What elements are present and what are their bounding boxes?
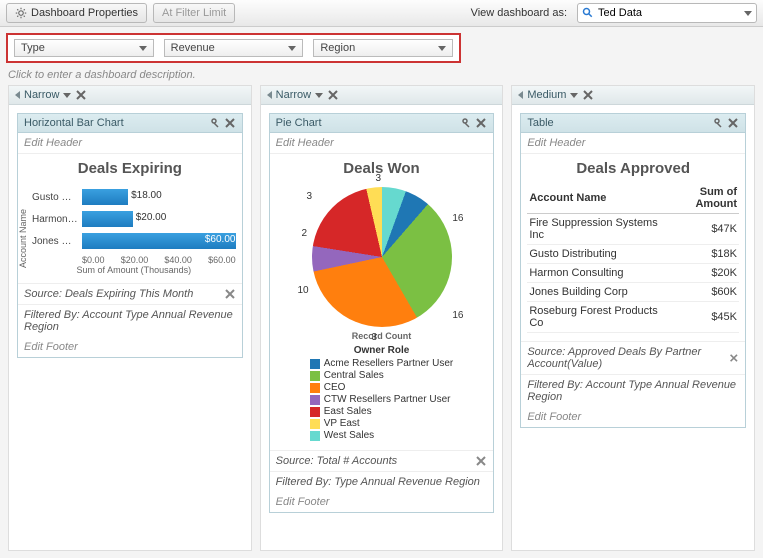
top-toolbar: Dashboard Properties At Filter Limit Vie… xyxy=(0,0,763,27)
x-axis-label: Sum of Amount (Thousands) xyxy=(32,265,236,275)
filter-revenue[interactable]: Revenue xyxy=(164,39,304,57)
pie-chart: 3 16 16 3 10 2 3 Record Count Owner Role… xyxy=(270,179,494,450)
bar-chart: Account Name Gusto Di...$18.00 Harmon C.… xyxy=(18,179,242,283)
close-icon[interactable] xyxy=(729,352,739,364)
close-icon[interactable] xyxy=(327,89,339,101)
column-width-label: Narrow xyxy=(276,89,311,101)
filter-limit-button[interactable]: At Filter Limit xyxy=(153,3,235,23)
column-2-header: Narrow xyxy=(261,86,503,105)
table-row: Jones Building Corp$60K xyxy=(527,283,739,302)
column-width-label: Narrow xyxy=(24,89,59,101)
filter-row-highlight: Type Revenue Region xyxy=(6,33,461,63)
widget-deals-approved: Table Edit Header Deals Approved Account… xyxy=(520,113,746,428)
column-1-header: Narrow xyxy=(9,86,251,105)
widget-title: Deals Expiring xyxy=(18,154,242,179)
chevron-down-icon xyxy=(288,46,296,51)
filtered-by-label: Filtered By: Account Type Annual Revenue… xyxy=(24,309,236,333)
source-label: Source: Total # Accounts xyxy=(276,455,397,467)
filtered-by-label: Filtered By: Type Annual Revenue Region xyxy=(276,476,480,488)
column-width-label: Medium xyxy=(527,89,566,101)
gear-icon xyxy=(15,7,27,19)
filter-limit-label: At Filter Limit xyxy=(162,7,226,19)
search-icon xyxy=(582,6,594,20)
column-2: Narrow Pie Chart Edit Header Deals Won xyxy=(260,85,504,551)
dashboard-properties-button[interactable]: Dashboard Properties xyxy=(6,3,147,23)
widget-type-label: Pie Chart xyxy=(276,117,322,129)
close-icon[interactable] xyxy=(727,117,739,129)
source-label: Source: Approved Deals By Partner Accoun… xyxy=(527,346,729,370)
source-label: Source: Deals Expiring This Month xyxy=(24,288,193,300)
column-1: Narrow Horizontal Bar Chart Edit Header … xyxy=(8,85,252,551)
chevron-down-icon xyxy=(744,11,752,16)
edit-header-placeholder[interactable]: Edit Header xyxy=(521,133,745,154)
table-row: Harmon Consulting$20K xyxy=(527,264,739,283)
edit-footer-placeholder[interactable]: Edit Footer xyxy=(270,492,494,512)
view-as-label: View dashboard as: xyxy=(471,7,567,19)
y-axis-label: Account Name xyxy=(18,209,28,268)
chevron-down-icon xyxy=(139,46,147,51)
chevron-down-icon[interactable] xyxy=(570,93,578,98)
chevron-down-icon[interactable] xyxy=(315,93,323,98)
data-table: Account NameSum of Amount Fire Suppressi… xyxy=(521,179,745,341)
pie-legend: Owner Role Acme Resellers Partner User C… xyxy=(310,345,453,442)
view-as-user-select[interactable] xyxy=(577,3,757,23)
close-icon[interactable] xyxy=(75,89,87,101)
dashboard-description-placeholder[interactable]: Click to enter a dashboard description. xyxy=(0,65,763,85)
wrench-icon[interactable] xyxy=(208,117,220,129)
dashboard-properties-label: Dashboard Properties xyxy=(31,7,138,19)
table-row: Fire Suppression Systems Inc$47K xyxy=(527,214,739,245)
widget-type-label: Horizontal Bar Chart xyxy=(24,117,124,129)
column-3-header: Medium xyxy=(512,86,754,105)
filter-type[interactable]: Type xyxy=(14,39,154,57)
widget-title: Deals Won xyxy=(270,154,494,179)
table-row: Gusto Distributing$18K xyxy=(527,245,739,264)
chevron-down-icon[interactable] xyxy=(63,93,71,98)
wrench-icon[interactable] xyxy=(459,117,471,129)
edit-header-placeholder[interactable]: Edit Header xyxy=(270,133,494,154)
x-axis-ticks: $0.00$20.00$40.00$60.00 xyxy=(32,255,236,265)
pie-axis-label: Record Count xyxy=(352,331,412,341)
dashboard-columns: Narrow Horizontal Bar Chart Edit Header … xyxy=(0,85,763,551)
close-icon[interactable] xyxy=(475,117,487,129)
widget-type-label: Table xyxy=(527,117,553,129)
collapse-icon[interactable] xyxy=(15,91,20,99)
edit-footer-placeholder[interactable]: Edit Footer xyxy=(521,407,745,427)
widget-title: Deals Approved xyxy=(521,154,745,179)
table-row: Roseburg Forest Products Co$45K xyxy=(527,302,739,333)
close-icon[interactable] xyxy=(224,117,236,129)
edit-header-placeholder[interactable]: Edit Header xyxy=(18,133,242,154)
filter-bar: Type Revenue Region xyxy=(0,27,763,65)
column-3: Medium Table Edit Header Deals Approved … xyxy=(511,85,755,551)
close-icon[interactable] xyxy=(582,89,594,101)
collapse-icon[interactable] xyxy=(267,91,272,99)
filtered-by-label: Filtered By: Account Type Annual Revenue… xyxy=(527,379,739,403)
close-icon[interactable] xyxy=(475,455,487,467)
wrench-icon[interactable] xyxy=(711,117,723,129)
chevron-down-icon xyxy=(438,46,446,51)
filter-region[interactable]: Region xyxy=(313,39,453,57)
edit-footer-placeholder[interactable]: Edit Footer xyxy=(18,337,242,357)
collapse-icon[interactable] xyxy=(518,91,523,99)
widget-deals-expiring: Horizontal Bar Chart Edit Header Deals E… xyxy=(17,113,243,358)
close-icon[interactable] xyxy=(224,288,236,300)
view-as-user-input[interactable] xyxy=(598,7,740,19)
widget-deals-won: Pie Chart Edit Header Deals Won 3 16 16 … xyxy=(269,113,495,513)
